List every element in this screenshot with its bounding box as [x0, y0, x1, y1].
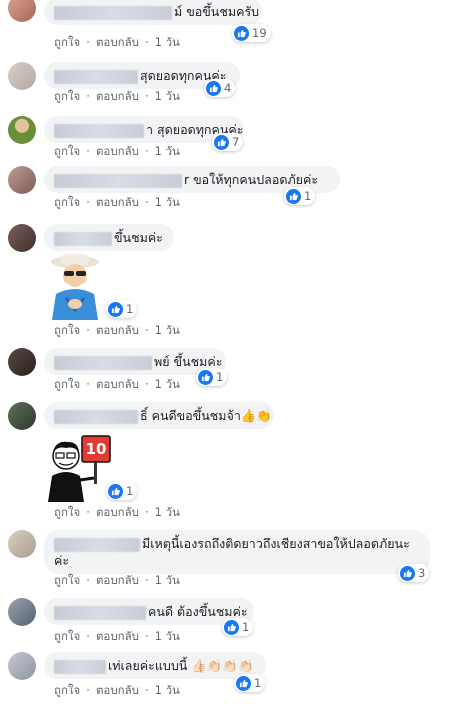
comment-actions: ถูกใจ · ตอบกลับ · 1 วัน: [54, 34, 180, 52]
avatar[interactable]: [8, 0, 36, 22]
timestamp[interactable]: 1 วัน: [155, 376, 180, 394]
reply-link[interactable]: ตอบกลับ: [96, 88, 139, 106]
timestamp[interactable]: 1 วัน: [155, 194, 180, 212]
like-icon: [108, 301, 123, 317]
avatar[interactable]: [8, 62, 36, 90]
comment-bubble: คนดี ต้องขึ้นชมค่ะ: [44, 598, 254, 625]
reaction-count[interactable]: 19: [232, 24, 271, 42]
timestamp[interactable]: 1 วัน: [155, 143, 180, 161]
avatar[interactable]: [8, 166, 36, 194]
reply-link[interactable]: ตอบกลับ: [96, 682, 139, 700]
commenter-name[interactable]: [54, 69, 138, 84]
comment-actions: ถูกใจ · ตอบกลับ · 1 วัน: [54, 572, 180, 590]
like-link[interactable]: ถูกใจ: [54, 376, 80, 394]
old-man-clapping-sticker[interactable]: [44, 252, 106, 320]
comment-bubble: ธิ์ คนดีขอขึ้นชมจ้า👍👏: [44, 402, 274, 429]
comment-text: พย์ ขึ้นชมค่ะ: [154, 354, 223, 369]
avatar[interactable]: [8, 402, 36, 430]
like-link[interactable]: ถูกใจ: [54, 88, 80, 106]
comment-bubble: เท่เลยค่ะแบบนี้ 👍🏻👏🏻👏🏻👏🏻: [44, 652, 266, 679]
timestamp[interactable]: 1 วัน: [155, 88, 180, 106]
comment-text: คนดี ต้องขึ้นชมค่ะ: [148, 604, 248, 619]
timestamp[interactable]: 1 วัน: [155, 322, 180, 340]
comment-actions: ถูกใจ · ตอบกลับ · 1 วัน: [54, 682, 180, 700]
like-icon: [214, 134, 229, 150]
timestamp[interactable]: 1 วัน: [155, 34, 180, 52]
like-icon: [206, 80, 221, 96]
comment-actions: ถูกใจ · ตอบกลับ · 1 วัน: [54, 322, 180, 340]
like-link[interactable]: ถูกใจ: [54, 572, 80, 590]
sticker-score: 10: [85, 440, 107, 458]
comment-text: r ขอให้ทุกคนปลอดภัยค่ะ: [184, 172, 319, 187]
timestamp[interactable]: 1 วัน: [155, 572, 180, 590]
reaction-count[interactable]: 1: [106, 300, 138, 318]
comment-text: ธิ์ คนดีขอขึ้นชมจ้า👍👏: [140, 408, 272, 423]
like-link[interactable]: ถูกใจ: [54, 628, 80, 646]
commenter-name[interactable]: [54, 537, 140, 552]
like-icon: [108, 483, 123, 499]
like-icon: [286, 188, 301, 204]
like-icon: [234, 25, 249, 41]
reply-link[interactable]: ตอบกลับ: [96, 143, 139, 161]
reply-link[interactable]: ตอบกลับ: [96, 34, 139, 52]
like-icon: [198, 369, 213, 385]
like-link[interactable]: ถูกใจ: [54, 34, 80, 52]
comment-bubble: ม์ ขอขึ้นชมครับ: [44, 0, 262, 25]
comment-text: ขึ้นชมค่ะ: [114, 230, 163, 245]
reply-link[interactable]: ตอบกลับ: [96, 322, 139, 340]
comment-actions: ถูกใจ · ตอบกลับ · 1 วัน: [54, 376, 180, 394]
timestamp[interactable]: 1 วัน: [155, 682, 180, 700]
commenter-name[interactable]: [54, 123, 144, 138]
comment-actions: ถูกใจ · ตอบกลับ · 1 วัน: [54, 143, 180, 161]
commenter-name[interactable]: [54, 173, 182, 188]
reply-link[interactable]: ตอบกลับ: [96, 504, 139, 522]
like-link[interactable]: ถูกใจ: [54, 682, 80, 700]
reaction-count[interactable]: 4: [204, 79, 236, 97]
commenter-name[interactable]: [54, 355, 152, 370]
reply-link[interactable]: ตอบกลับ: [96, 628, 139, 646]
reaction-count[interactable]: 7: [212, 133, 244, 151]
reaction-count[interactable]: 1: [106, 482, 138, 500]
commenter-name[interactable]: [54, 5, 172, 20]
comment-bubble: มีเหตุนี้เองรถถึงติดยาวถึงเชียงสาขอให้ปล…: [44, 530, 430, 574]
comment-actions: ถูกใจ · ตอบกลับ · 1 วัน: [54, 194, 180, 212]
comment-text: เท่เลยค่ะแบบนี้ 👍🏻👏🏻👏🏻👏🏻: [108, 658, 254, 673]
avatar[interactable]: [8, 224, 36, 252]
avatar[interactable]: [8, 598, 36, 626]
like-link[interactable]: ถูกใจ: [54, 194, 80, 212]
like-link[interactable]: ถูกใจ: [54, 322, 80, 340]
reply-link[interactable]: ตอบกลับ: [96, 194, 139, 212]
like-icon: [224, 619, 239, 635]
avatar[interactable]: [8, 348, 36, 376]
like-icon: [236, 675, 251, 691]
reaction-count[interactable]: 1: [234, 674, 266, 692]
comment-actions: ถูกใจ · ตอบกลับ · 1 วัน: [54, 504, 180, 522]
commenter-name[interactable]: [54, 231, 112, 246]
score-10-sticker[interactable]: 10: [44, 434, 114, 502]
comment-actions: ถูกใจ · ตอบกลับ · 1 วัน: [54, 628, 180, 646]
like-icon: [400, 565, 415, 581]
reply-link[interactable]: ตอบกลับ: [96, 376, 139, 394]
like-link[interactable]: ถูกใจ: [54, 504, 80, 522]
commenter-name[interactable]: [54, 659, 106, 674]
reaction-count[interactable]: 1: [196, 368, 228, 386]
timestamp[interactable]: 1 วัน: [155, 628, 180, 646]
commenter-name[interactable]: [54, 605, 146, 620]
comment-text: ม์ ขอขึ้นชมครับ: [174, 4, 260, 19]
comment-bubble: ขึ้นชมค่ะ: [44, 224, 174, 251]
avatar[interactable]: [8, 652, 36, 680]
reply-link[interactable]: ตอบกลับ: [96, 572, 139, 590]
comment-actions: ถูกใจ · ตอบกลับ · 1 วัน: [54, 88, 180, 106]
avatar[interactable]: [8, 116, 36, 144]
reaction-count[interactable]: 1: [284, 187, 316, 205]
reaction-count[interactable]: 1: [222, 618, 254, 636]
timestamp[interactable]: 1 วัน: [155, 504, 180, 522]
reaction-count[interactable]: 3: [398, 564, 430, 582]
like-link[interactable]: ถูกใจ: [54, 143, 80, 161]
avatar[interactable]: [8, 530, 36, 558]
commenter-name[interactable]: [54, 409, 138, 424]
